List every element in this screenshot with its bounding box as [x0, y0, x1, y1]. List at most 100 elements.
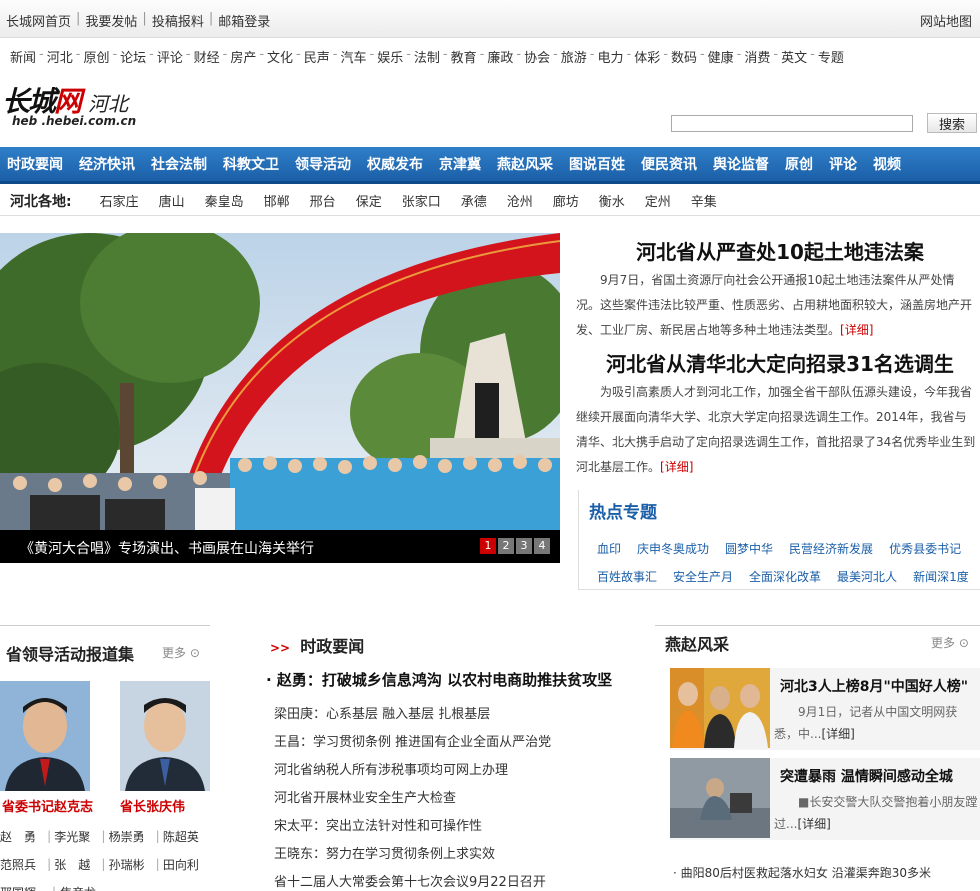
slide-caption[interactable]: 《黄河大合唱》专场演出、书画展在山海关举行 [20, 538, 314, 558]
hot-topic-link[interactable]: 安全生产月 [673, 568, 733, 585]
main-nav-item[interactable]: 时政要闻 [7, 154, 63, 174]
leader-photo-2[interactable] [120, 681, 210, 791]
region-link[interactable]: 邯郸 [264, 191, 290, 210]
main-nav-item[interactable]: 原创 [785, 154, 813, 174]
politics-list-item[interactable]: 王晓东：努力在学习贯彻条例上求实效 [274, 843, 551, 871]
leader-name-link[interactable]: 李光聚 [54, 828, 101, 845]
top-link-home[interactable]: 长城网首页 [6, 11, 71, 30]
region-link[interactable]: 唐山 [159, 191, 185, 210]
leader-name-link[interactable]: 焦彦龙 [60, 884, 112, 891]
slide-page-4[interactable]: 4 [534, 538, 550, 554]
channel-link[interactable]: 电力 [598, 47, 624, 66]
region-link[interactable]: 定州 [645, 191, 671, 210]
yanzhao-card-more[interactable]: [详细] [821, 727, 854, 741]
leader-name-link[interactable]: 赵 勇 [0, 828, 47, 845]
region-link[interactable]: 保定 [356, 191, 382, 210]
main-nav-item[interactable]: 评论 [829, 154, 857, 174]
main-nav-item[interactable]: 经济快讯 [79, 154, 135, 174]
channel-link[interactable]: 协会 [524, 47, 550, 66]
channel-link[interactable]: 房产 [230, 47, 256, 66]
main-nav-item[interactable]: 图说百姓 [569, 154, 625, 174]
channel-link[interactable]: 英文 [781, 47, 807, 66]
politics-list-item[interactable]: 省十二届人大常委会第十七次会议9月22日召开 [274, 871, 551, 891]
yanzhao-card-title[interactable]: 突遭暴雨 温情瞬间感动全城 [780, 766, 953, 786]
hot-topic-link[interactable]: 庆申冬奥成功 [637, 540, 709, 557]
main-nav-item[interactable]: 便民资讯 [641, 154, 697, 174]
main-nav-item[interactable]: 权威发布 [367, 154, 423, 174]
region-link[interactable]: 石家庄 [100, 191, 139, 210]
leader-name-link[interactable]: 孙瑞彬 [109, 856, 156, 873]
leader-name-1[interactable]: 省委书记赵克志 [2, 796, 93, 815]
leader-name-link[interactable]: 田向利 [163, 856, 210, 873]
channel-link[interactable]: 消费 [744, 47, 770, 66]
politics-list-item[interactable]: 王昌：学习贯彻条例 推进国有企业全面从严治党 [274, 731, 551, 759]
leader-photo-1[interactable] [0, 681, 90, 791]
channel-link[interactable]: 汽车 [340, 47, 366, 66]
hot-topic-link[interactable]: 最美河北人 [837, 568, 897, 585]
hot-topic-link[interactable]: 民营经济新发展 [789, 540, 873, 557]
channel-link[interactable]: 河北 [47, 47, 73, 66]
region-link[interactable]: 张家口 [402, 191, 441, 210]
slide-page-3[interactable]: 3 [516, 538, 532, 554]
region-link[interactable]: 沧州 [507, 191, 533, 210]
politics-lead-headline[interactable]: · 赵勇：打破城乡信息鸿沟 以农村电商助推扶贫攻坚 [266, 669, 612, 690]
search-input[interactable] [671, 115, 913, 132]
headline-more-link[interactable]: [详细] [840, 323, 873, 337]
channel-link[interactable]: 评论 [157, 47, 183, 66]
region-link[interactable]: 秦皇岛 [205, 191, 244, 210]
top-link-mail[interactable]: 邮箱登录 [218, 11, 270, 30]
yanzhao-card-more[interactable]: [详细] [797, 817, 830, 831]
leader-name-link[interactable]: 陈超英 [163, 828, 210, 845]
slide-page-2[interactable]: 2 [498, 538, 514, 554]
top-link-post[interactable]: 我要发帖 [85, 11, 137, 30]
politics-list-item[interactable]: 河北省开展林业安全生产大检查 [274, 787, 551, 815]
region-link[interactable]: 廊坊 [553, 191, 579, 210]
channel-link[interactable]: 教育 [451, 47, 477, 66]
main-nav-item[interactable]: 科教文卫 [223, 154, 279, 174]
hot-topic-link[interactable]: 优秀县委书记 [889, 540, 961, 557]
channel-link[interactable]: 法制 [414, 47, 440, 66]
channel-link[interactable]: 民声 [304, 47, 330, 66]
channel-link[interactable]: 廉政 [487, 47, 513, 66]
channel-link[interactable]: 文化 [267, 47, 293, 66]
hot-topic-link[interactable]: 血印 [597, 540, 621, 557]
main-nav-item[interactable]: 燕赵风采 [497, 154, 553, 174]
yanzhao-card-1[interactable]: 河北3人上榜8月"中国好人榜" 9月1日，记者从中国文明网获悉，中...[详细] [670, 668, 980, 750]
main-nav-item[interactable]: 视频 [873, 154, 901, 174]
leader-name-2[interactable]: 省长张庆伟 [120, 796, 185, 815]
channel-link[interactable]: 体彩 [634, 47, 660, 66]
channel-link[interactable]: 专题 [818, 47, 844, 66]
leader-name-link[interactable]: 杨崇勇 [109, 828, 156, 845]
main-nav-item[interactable]: 舆论监督 [713, 154, 769, 174]
headline-title-2[interactable]: 河北省从清华北大定向招录31名选调生 [580, 348, 980, 377]
headline-more-link[interactable]: [详细] [660, 460, 693, 474]
politics-list-item[interactable]: 宋太平：突出立法针对性和可操作性 [274, 815, 551, 843]
photo-slideshow[interactable]: 《黄河大合唱》专场演出、书画展在山海关举行 1 2 3 4 [0, 233, 560, 563]
leader-name-link[interactable]: 邢国辉 [0, 884, 52, 891]
leaders-more-link[interactable]: 更多 ⊙ [162, 644, 200, 661]
slide-page-1[interactable]: 1 [480, 538, 496, 554]
channel-link[interactable]: 原创 [83, 47, 109, 66]
channel-link[interactable]: 健康 [708, 47, 734, 66]
leader-name-link[interactable]: 张 越 [54, 856, 101, 873]
yanzhao-more-link[interactable]: 更多 ⊙ [931, 634, 969, 651]
top-link-submit[interactable]: 投稿报料 [152, 11, 204, 30]
channel-link[interactable]: 旅游 [561, 47, 587, 66]
site-logo[interactable]: 长城网 河北 heb .hebei.com.cn [0, 80, 150, 132]
channel-link[interactable]: 娱乐 [377, 47, 403, 66]
main-nav-item[interactable]: 京津冀 [439, 154, 481, 174]
main-nav-item[interactable]: 社会法制 [151, 154, 207, 174]
hot-topic-link[interactable]: 百姓故事汇 [597, 568, 657, 585]
sitemap-link[interactable]: 网站地图 [920, 11, 972, 30]
channel-link[interactable]: 新闻 [10, 47, 36, 66]
region-link[interactable]: 衡水 [599, 191, 625, 210]
region-link[interactable]: 邢台 [310, 191, 336, 210]
yanzhao-card-title[interactable]: 河北3人上榜8月"中国好人榜" [780, 676, 968, 696]
region-link[interactable]: 辛集 [691, 191, 717, 210]
yanzhao-card-2[interactable]: 突遭暴雨 温情瞬间感动全城 ■长安交警大队交警抱着小朋友蹚过...[详细] [670, 758, 980, 840]
leader-name-link[interactable]: 范照兵 [0, 856, 47, 873]
channel-link[interactable]: 论坛 [120, 47, 146, 66]
yanzhao-foot-headline[interactable]: · 曲阳80后村医救起落水妇女 沿灌渠奔跑30多米 [673, 864, 931, 881]
channel-link[interactable]: 财经 [194, 47, 220, 66]
politics-list-item[interactable]: 梁田庚：心系基层 融入基层 扎根基层 [274, 703, 551, 731]
